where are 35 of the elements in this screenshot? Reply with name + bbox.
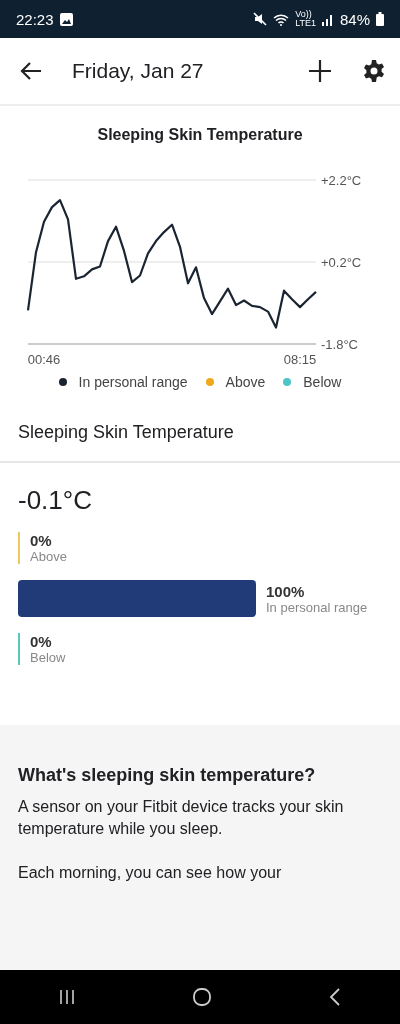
back-button[interactable] xyxy=(20,61,42,81)
x-tick-label: 00:46 xyxy=(27,352,61,367)
wifi-icon xyxy=(273,12,290,26)
range-label: Below xyxy=(30,650,66,665)
percent-value: 0% xyxy=(30,633,53,650)
image-icon xyxy=(59,12,73,26)
info-paragraph: Each morning, you can see how your xyxy=(18,863,283,883)
section-title: Sleeping Skin Temperature xyxy=(0,390,400,463)
settings-button[interactable] xyxy=(362,59,386,83)
back-nav-button[interactable] xyxy=(329,988,342,1006)
page-title: Friday, Jan 27 xyxy=(72,59,205,83)
info-paragraph: A sensor on your Fitbit device tracks your skin temperature while you sleep. xyxy=(18,797,345,839)
legend-label: Above xyxy=(225,374,266,390)
battery-icon xyxy=(376,12,384,26)
temperature-reading: -0.1°C xyxy=(17,484,93,517)
legend-label: Below xyxy=(303,374,342,390)
battery-percent: 84% xyxy=(339,10,370,28)
status-time: 22:23 xyxy=(16,10,54,28)
volte-label: Vo)) LTE1 xyxy=(295,10,316,28)
y-tick-label: +0.2°C xyxy=(321,255,362,270)
range-label: Above xyxy=(30,549,67,564)
range-label: In personal range xyxy=(266,599,368,615)
info-heading: What's sleeping skin temperature? xyxy=(18,765,317,786)
y-tick-label: -1.8°C xyxy=(321,337,358,352)
home-button[interactable] xyxy=(192,987,212,1007)
signal-icon xyxy=(321,12,334,26)
add-button[interactable] xyxy=(308,59,332,83)
y-tick-label: +2.2°C xyxy=(321,173,362,188)
chart-title: Sleeping Skin Temperature xyxy=(96,126,304,144)
recent-apps-button[interactable] xyxy=(58,989,75,1005)
legend-label: In personal range xyxy=(78,374,188,390)
x-tick-label: 08:15 xyxy=(283,352,317,367)
percent-value: 0% xyxy=(30,532,53,549)
mute-icon xyxy=(253,12,268,26)
percent-value: 100% xyxy=(266,582,306,600)
